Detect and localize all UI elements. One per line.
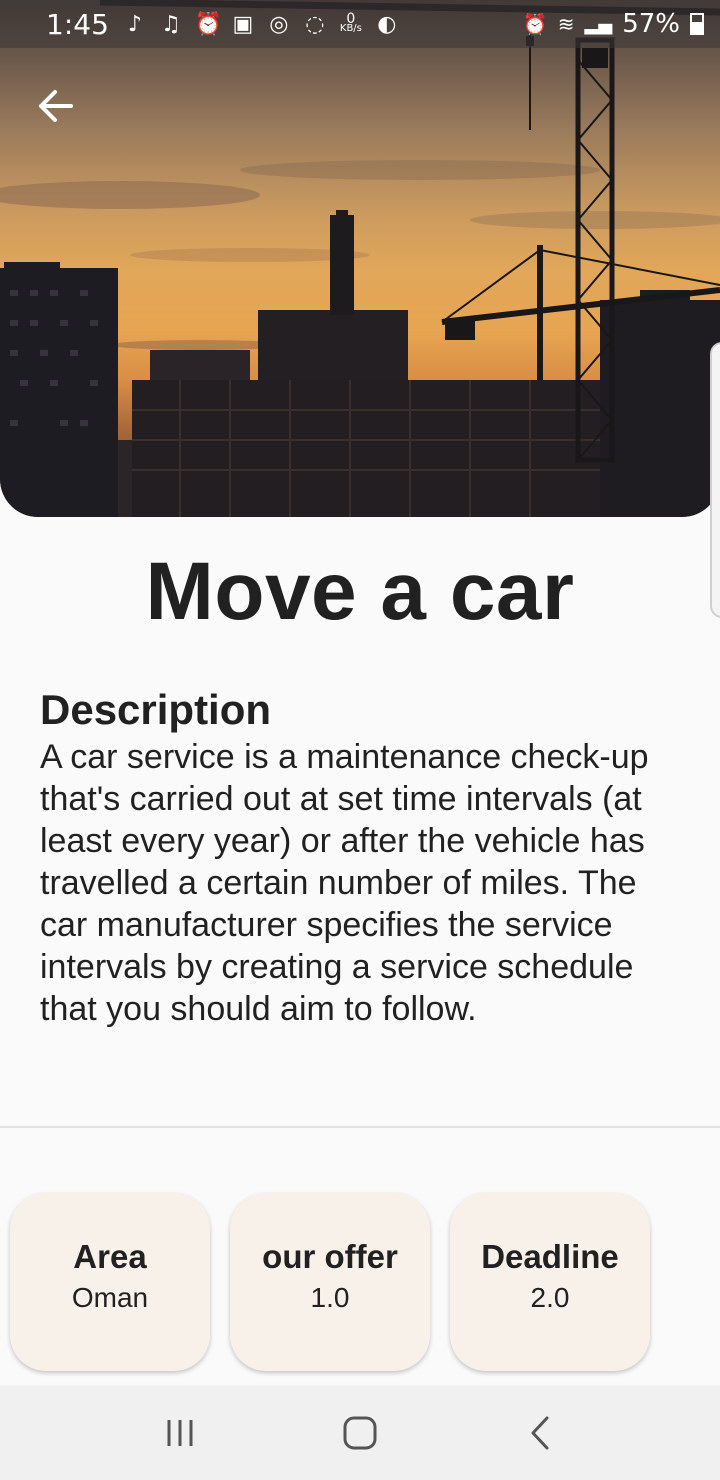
music-note-icon: ♪ [127, 11, 142, 37]
card-value: 1.0 [310, 1282, 350, 1313]
data-rate-unit: KB/s [339, 23, 362, 34]
alarm-icon: ⏰ [194, 11, 223, 37]
card-label: Deadline [481, 1238, 619, 1275]
back-icon [531, 1416, 549, 1449]
data-rate-icon: 0 KB/s [339, 12, 363, 34]
tiktok-icon: ♫ [161, 11, 181, 37]
divider [0, 1126, 720, 1128]
card-label: our offer [262, 1238, 398, 1275]
status-time: 1:45 [46, 7, 109, 41]
hero-image [0, 0, 720, 517]
home-button[interactable] [330, 1403, 390, 1463]
offer-card[interactable]: our offer 1.0 [230, 1193, 430, 1371]
back-button[interactable] [34, 84, 78, 128]
card-label: Area [73, 1238, 147, 1275]
alarm-icon: ⏰ [522, 12, 548, 36]
construction-site-sunset-image [0, 0, 720, 517]
nav-back-button[interactable] [510, 1403, 570, 1463]
edge-panel-handle[interactable] [710, 342, 720, 618]
card-value: 2.0 [530, 1282, 570, 1313]
sync-icon: ◎ [269, 11, 289, 37]
app-icon: ◐ [377, 11, 397, 37]
battery-percentage: 57% [622, 9, 680, 39]
arrow-left-icon [39, 90, 73, 122]
recent-apps-icon [167, 1419, 193, 1446]
image-icon: ▣ [232, 11, 254, 37]
wifi-icon: ≋ [557, 12, 575, 36]
battery-icon [690, 13, 704, 35]
deadline-card[interactable]: Deadline 2.0 [450, 1193, 650, 1371]
area-card[interactable]: Area Oman [10, 1193, 210, 1371]
navigation-bar [0, 1385, 720, 1480]
description-heading: Description [40, 686, 272, 733]
info-cards: Area Oman our offer 1.0 Deadline 2.0 [10, 1193, 650, 1371]
page-title: Move a car [145, 546, 575, 637]
description-body: A car service is a maintenance check-up … [40, 738, 649, 1028]
status-bar: 1:45 ♪ ♫ ⏰ ▣ ◎ ◌ 0 KB/s ◐ ⏰ ≋ ▂▄ 57% [0, 0, 720, 48]
messenger-icon: ◌ [305, 11, 325, 37]
recent-apps-button[interactable] [150, 1403, 210, 1463]
home-icon [343, 1416, 377, 1449]
signal-icon: ▂▄ [584, 13, 613, 35]
card-value: Oman [71, 1282, 149, 1313]
